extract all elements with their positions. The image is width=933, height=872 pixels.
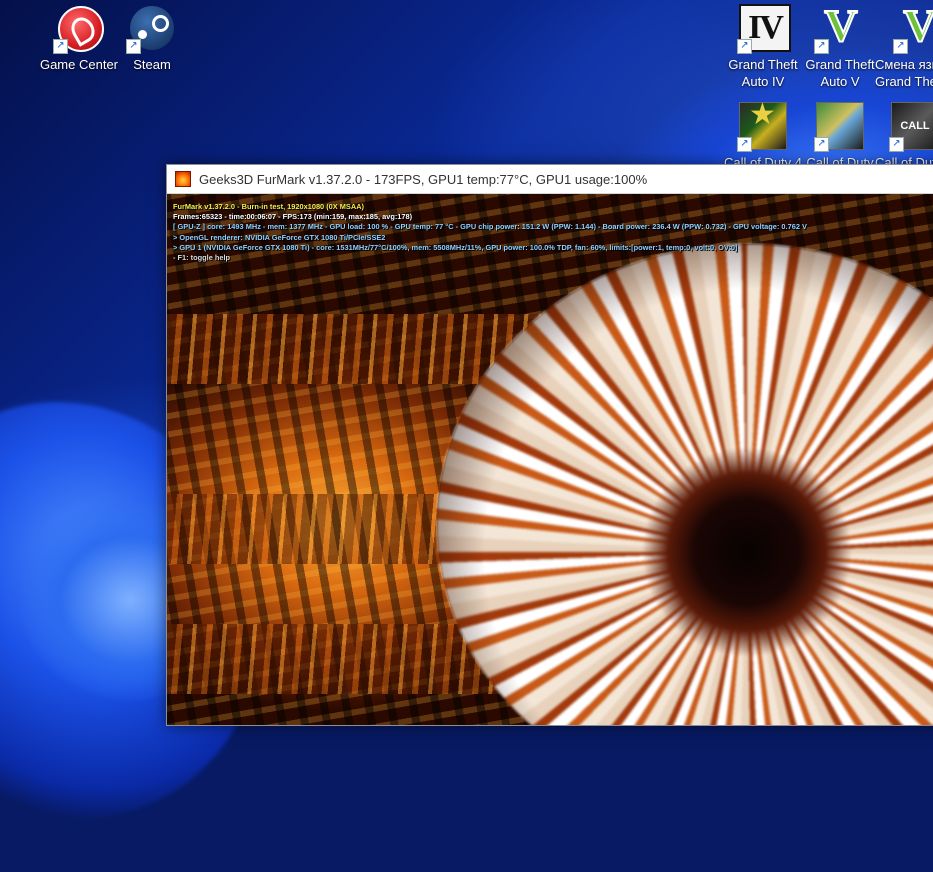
shortcut-arrow-icon: ↗ xyxy=(814,137,829,152)
desktop-icon-label-line1: Grand Theft xyxy=(805,57,875,72)
desktop-icon-label-line1: Grand Theft xyxy=(728,57,798,72)
shortcut-arrow-icon: ↗ xyxy=(126,39,141,54)
gta-v-language-icon: V ↗ xyxy=(893,4,933,54)
desktop-icon-label-line2: Auto IV xyxy=(741,74,785,89)
shortcut-arrow-icon: ↗ xyxy=(893,39,908,54)
shortcut-arrow-icon: ↗ xyxy=(814,39,829,54)
osd-overlay: FurMark v1.37.2.0 - Burn-in test, 1920x1… xyxy=(173,202,807,263)
desktop-icon-call-of-duty-black-ops[interactable]: CALL OF ↗ Call of Duty xyxy=(875,102,933,171)
steam-icon: ↗ xyxy=(126,4,176,54)
shortcut-arrow-icon: ↗ xyxy=(737,39,752,54)
desktop-icon-label-line2: Auto V xyxy=(820,74,860,89)
desktop-icon-steam[interactable]: ↗ Steam xyxy=(110,4,194,73)
osd-gpu1-line: > GPU 1 (NVIDIA GeForce GTX 1080 Ti) - c… xyxy=(173,242,738,252)
osd-help-line: - F1: toggle help xyxy=(173,253,231,263)
desktop-icon-gta-v[interactable]: V ↗ Grand Theft Auto V xyxy=(798,2,882,90)
desktop-icon-label: Game Center xyxy=(39,57,119,72)
desktop-icon-game-center[interactable]: ↗ Game Center xyxy=(37,4,121,73)
shortcut-arrow-icon: ↗ xyxy=(889,137,904,152)
desktop-icon-gta-v-language[interactable]: V ↗ Смена язы Grand Theft xyxy=(875,4,933,90)
furmark-window[interactable]: Geeks3D FurMark v1.37.2.0 - 173FPS, GPU1… xyxy=(166,164,933,726)
gta-iv-icon: IV ↗ xyxy=(737,4,791,54)
cod-icon: ↗ xyxy=(814,102,864,152)
gta-v-icon: V ↗ xyxy=(814,2,864,54)
furmark-app-icon[interactable] xyxy=(175,171,191,187)
shortcut-arrow-icon: ↗ xyxy=(53,39,68,54)
window-title: Geeks3D FurMark v1.37.2.0 - 173FPS, GPU1… xyxy=(199,171,648,187)
shortcut-arrow-icon: ↗ xyxy=(737,137,752,152)
star-icon: ★ xyxy=(749,97,776,132)
osd-renderer-line: > OpenGL renderer: NVIDIA GeForce GTX 10… xyxy=(173,232,386,242)
game-center-icon: ↗ xyxy=(53,4,104,54)
window-titlebar[interactable]: Geeks3D FurMark v1.37.2.0 - 173FPS, GPU1… xyxy=(167,165,933,194)
cod-black-ops-icon: CALL OF ↗ xyxy=(889,102,933,171)
osd-title-line: FurMark v1.37.2.0 - Burn-in test, 1920x1… xyxy=(173,202,364,211)
desktop-icon-label-line1: Смена язы xyxy=(875,57,933,72)
cod4-icon: ★ ↗ xyxy=(737,97,787,152)
desktop-icon-gta-iv[interactable]: IV ↗ Grand Theft Auto IV xyxy=(721,4,805,90)
osd-frames-line: Frames:65323 - time:00:06:07 - FPS:173 (… xyxy=(173,212,413,222)
desktop-icon-label: Steam xyxy=(133,57,171,72)
render-viewport[interactable]: FurMark v1.37.2.0 - Burn-in test, 1920x1… xyxy=(167,194,933,725)
desktop-icon-label-line2: Grand Theft xyxy=(875,74,933,89)
desktop-icon-call-of-duty-4[interactable]: ★ ↗ Call of Duty 4 xyxy=(721,97,805,171)
desktop-icon-call-of-duty[interactable]: ↗ Call of Duty xyxy=(798,102,882,171)
osd-gpuz-line: [ GPU-Z ] core: 1493 MHz - mem: 1377 MHz… xyxy=(173,222,807,232)
